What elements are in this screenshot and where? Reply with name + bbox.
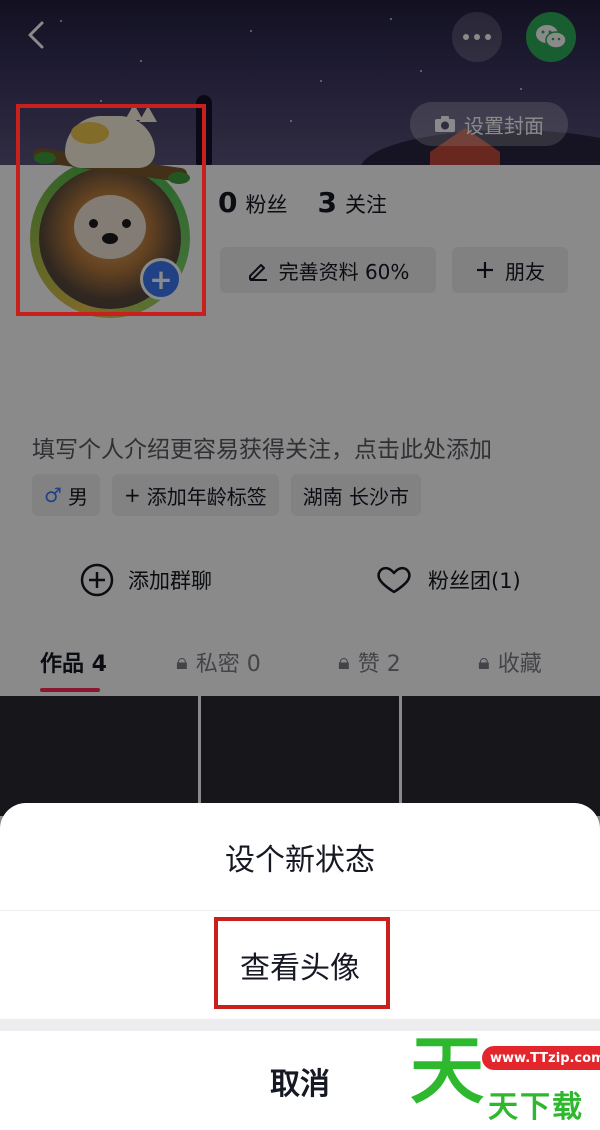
watermark-big-char: 天: [410, 1028, 484, 1114]
sheet-divider: [0, 1019, 600, 1031]
view-avatar-label: 查看头像: [240, 951, 360, 986]
cancel-label: 取消: [270, 1066, 330, 1102]
watermark-logo: 天 www.TTzip.com 天下载: [410, 1034, 600, 1125]
profile-page: 设置封面 + 0 粉丝 3 关注 完善资料 60% 朋友 填写个人介绍更容易获得…: [0, 0, 600, 1130]
watermark-text: 天下载: [488, 1090, 584, 1125]
view-avatar-option[interactable]: 查看头像: [0, 911, 600, 1019]
set-status-option[interactable]: 设个新状态: [0, 803, 600, 911]
watermark-url: www.TTzip.com: [482, 1046, 600, 1070]
set-status-label: 设个新状态: [225, 842, 375, 878]
